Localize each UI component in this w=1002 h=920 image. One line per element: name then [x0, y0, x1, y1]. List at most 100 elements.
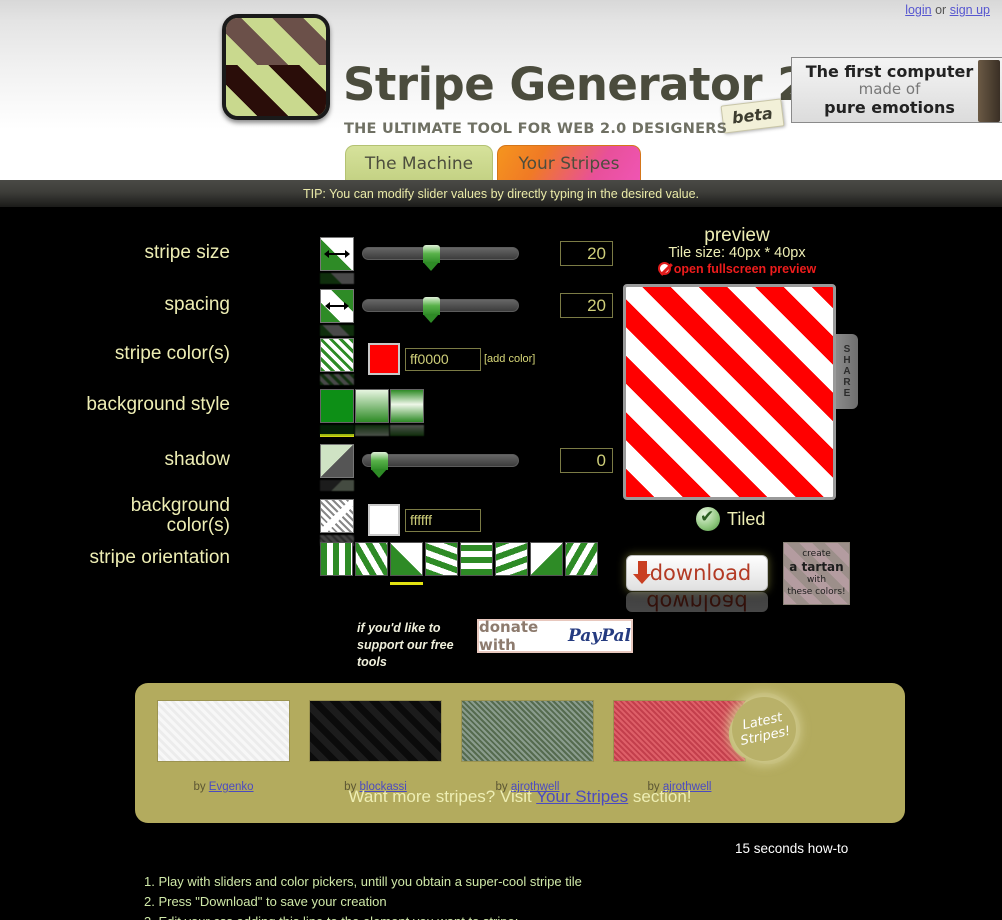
spacing-icon-reflection: [320, 325, 354, 336]
gallery-item[interactable]: by ajrothwell: [613, 700, 746, 793]
paypal-prefix: donate with: [479, 618, 539, 654]
control-row-stripe-size: stripe size 20: [0, 237, 620, 287]
howto-step-2: 2. Press "Download" to save your creatio…: [144, 894, 387, 910]
download-button[interactable]: download: [626, 555, 768, 591]
orientation-option-shallow-right[interactable]: [425, 542, 458, 576]
login-link[interactable]: login: [905, 3, 931, 17]
background-color-icon: [320, 499, 354, 533]
share-tab[interactable]: S H A R E: [836, 334, 858, 409]
auth-links: login or sign up: [905, 3, 990, 17]
preview-tile-size: Tile size: 40px * 40px: [668, 245, 806, 261]
page-subtitle: THE ULTIMATE TOOL FOR WEB 2.0 DESIGNERS: [344, 121, 728, 137]
background-style-reflection-1: [320, 425, 354, 436]
paypal-logo: PayPal: [567, 626, 631, 646]
gallery-thumbnail[interactable]: [613, 700, 746, 762]
banner-line-1: The first computer: [805, 62, 974, 81]
background-colors-label: background color(s): [0, 496, 230, 536]
shadow-icon: [320, 444, 354, 478]
stripe-size-slider[interactable]: [362, 245, 519, 271]
background-color-swatch[interactable]: [368, 504, 400, 536]
stripe-color-hex-input[interactable]: ff0000: [405, 348, 481, 371]
gallery-item[interactable]: by Evgenko: [157, 700, 290, 793]
download-label: download: [649, 561, 752, 585]
background-color-hex-input[interactable]: ffffff: [405, 509, 481, 532]
spacing-value[interactable]: 20: [560, 293, 613, 318]
stripe-size-icon-reflection: [320, 273, 354, 284]
auth-separator: or: [931, 3, 950, 17]
stripe-colors-label: stripe color(s): [114, 343, 230, 364]
howto-steps: 1. Play with sliders and color pickers, …: [144, 872, 582, 920]
page-root: login or sign up Stripe Generator 2.0 be…: [0, 0, 1002, 920]
download-reflection-label: download: [646, 592, 748, 612]
banner-line-2: made of: [858, 80, 921, 99]
your-stripes-link[interactable]: Your Stripes: [536, 787, 628, 806]
tartan-line-3: with: [806, 575, 827, 586]
no-entry-icon: [657, 262, 671, 275]
banner-line-3: pure emotions: [824, 97, 955, 117]
striped-tile-logo-icon[interactable]: [222, 14, 330, 120]
control-row-stripe-colors: stripe color(s) ff0000 [add color]: [0, 338, 620, 388]
checkmark-icon[interactable]: [696, 507, 720, 531]
stripe-size-slider-knob[interactable]: [423, 245, 440, 271]
spacing-slider-knob[interactable]: [423, 297, 440, 323]
orientation-option-vertical[interactable]: [320, 542, 353, 576]
tartan-line-4: these colors!: [787, 586, 846, 597]
stripe-color-icon: [320, 338, 354, 372]
orientation-option-diagonal-left[interactable]: [530, 542, 563, 576]
gallery-thumbnail[interactable]: [157, 700, 290, 762]
share-letter-s: S: [843, 344, 851, 355]
donate-text: if you'd like to support our free tools: [357, 620, 475, 671]
share-letter-h: H: [843, 355, 851, 366]
logo-bottom-half: [226, 65, 326, 116]
background-style-option-flat[interactable]: [320, 389, 354, 423]
gallery-thumbnail[interactable]: [309, 700, 442, 762]
shadow-value[interactable]: 0: [560, 448, 613, 473]
howto-heading: 15 seconds how-to: [735, 841, 849, 856]
orientation-selected-indicator: [390, 582, 423, 585]
open-fullscreen-preview-link[interactable]: open fullscreen preview: [623, 262, 851, 276]
shadow-slider[interactable]: [362, 452, 519, 478]
create-tartan-button[interactable]: create a tartan with these colors!: [783, 542, 850, 605]
gallery-thumbnail[interactable]: [461, 700, 594, 762]
spacing-label: spacing: [164, 294, 231, 315]
gallery-item[interactable]: by ajrothwell: [461, 700, 594, 793]
control-row-background-colors: background color(s) ffffff: [0, 494, 620, 546]
signup-link[interactable]: sign up: [950, 3, 990, 17]
tiled-checkbox-group[interactable]: Tiled: [696, 507, 765, 531]
orientation-option-steep-right[interactable]: [355, 542, 388, 576]
advertisement-banner[interactable]: The first computer made of pure emotions: [791, 57, 1002, 123]
control-row-stripe-orientation: stripe orientation: [0, 542, 620, 592]
shadow-slider-knob[interactable]: [371, 452, 388, 478]
orientation-option-steep-left[interactable]: [565, 542, 598, 576]
orientation-option-diagonal-right[interactable]: [390, 542, 423, 576]
stripe-color-icon-reflection: [320, 374, 354, 385]
background-style-reflection-3: [390, 425, 424, 436]
donate-line-2: support our free tools: [357, 637, 454, 669]
share-letter-e: E: [843, 388, 851, 399]
beta-badge: beta: [720, 98, 785, 134]
paypal-donate-button[interactable]: donate with PayPal: [477, 618, 633, 654]
preview-canvas[interactable]: [623, 284, 836, 500]
tab-your-stripes[interactable]: Your Stripes: [497, 145, 641, 180]
background-style-option-gradient[interactable]: [355, 389, 389, 423]
stripe-color-swatch[interactable]: [368, 343, 400, 375]
background-style-option-glossy[interactable]: [390, 389, 424, 423]
more-stripes-text: Want more stripes? Visit Your Stripes se…: [135, 787, 905, 807]
banner-text: The first computer made of pure emotions: [802, 62, 977, 117]
tip-bar: TIP: You can modify slider values by dir…: [0, 180, 1002, 207]
gallery-item[interactable]: by blockassi: [309, 700, 442, 793]
spacing-icon: [320, 289, 354, 323]
spacing-slider[interactable]: [362, 297, 519, 323]
stripe-size-label: stripe size: [144, 242, 230, 263]
stripe-size-value[interactable]: 20: [560, 241, 613, 266]
logo-top-half: [226, 18, 326, 66]
orientation-option-horizontal[interactable]: [460, 542, 493, 576]
download-button-reflection: download: [626, 592, 768, 612]
banner-device-image: [978, 60, 1000, 122]
add-color-link[interactable]: [add color]: [484, 353, 535, 365]
control-row-background-style: background style: [0, 389, 620, 444]
orientation-option-shallow-left[interactable]: [495, 542, 528, 576]
stripe-orientation-label: stripe orientation: [89, 547, 230, 568]
tab-the-machine[interactable]: The Machine: [345, 145, 493, 180]
howto-step-1: 1. Play with sliders and color pickers, …: [144, 874, 582, 889]
